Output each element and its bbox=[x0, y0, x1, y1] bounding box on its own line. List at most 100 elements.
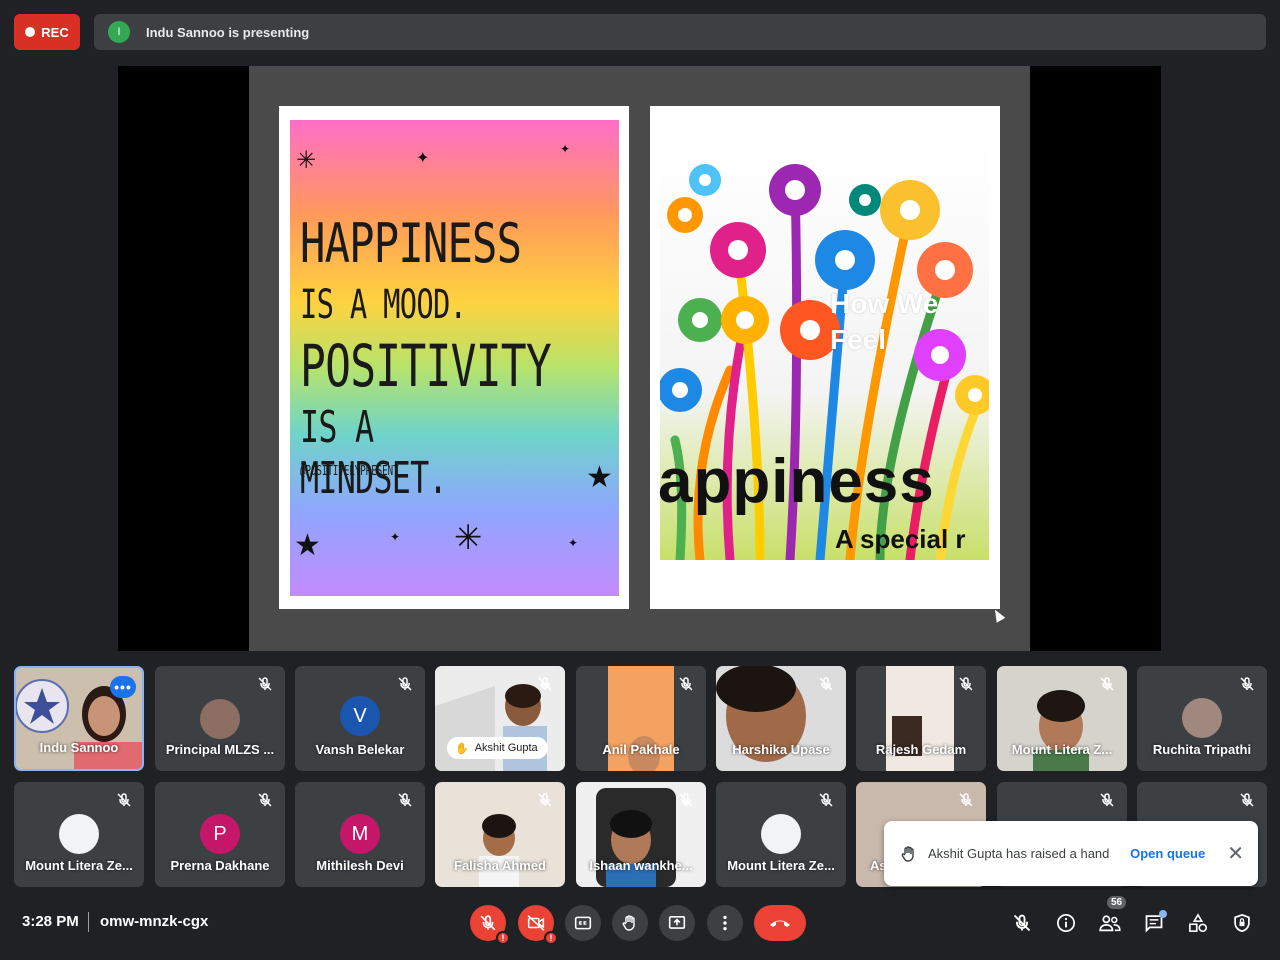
mic-off-icon bbox=[117, 793, 131, 807]
hand-icon bbox=[901, 845, 914, 862]
star-icon: ✦ bbox=[390, 530, 401, 544]
mic-off-icon bbox=[258, 677, 272, 691]
shared-screen[interactable]: ✳ ✦ ✦ ★ ★ ✳ ✦ ✦ HAPPINESS IS A MOOD. POS… bbox=[118, 66, 1161, 651]
mic-off-icon bbox=[679, 677, 693, 691]
participant-name: Ishaan wankhe... bbox=[589, 858, 693, 873]
captions-button[interactable] bbox=[565, 905, 601, 941]
raise-hand-button[interactable] bbox=[612, 905, 648, 941]
sparkle-icon: ✳ bbox=[454, 519, 483, 557]
people-icon bbox=[1099, 915, 1121, 932]
close-icon[interactable]: ✕ bbox=[1227, 841, 1244, 866]
participant-tile[interactable]: Mount Litera Z... bbox=[997, 666, 1127, 771]
mic-off-icon bbox=[1240, 793, 1254, 807]
end-call-icon bbox=[770, 920, 790, 927]
quote-line-4: IS A MINDSET. bbox=[300, 402, 448, 504]
quote-card: ✳ ✦ ✦ ★ ★ ✳ ✦ ✦ HAPPINESS IS A MOOD. POS… bbox=[279, 106, 629, 609]
overlay-line-1: How We bbox=[830, 288, 939, 319]
school-logo-avatar bbox=[59, 814, 99, 854]
slide-overlay-title: How We Feel bbox=[830, 286, 938, 358]
notification-text: Akshit Gupta has raised a hand bbox=[928, 846, 1110, 861]
people-button[interactable]: 56 bbox=[1097, 896, 1127, 936]
participant-name: Rajesh Gedam bbox=[875, 742, 967, 757]
more-options-icon bbox=[723, 915, 727, 931]
camera-off-icon bbox=[527, 915, 545, 931]
participant-name: Mithilesh Devi bbox=[316, 858, 404, 873]
open-queue-button[interactable]: Open queue bbox=[1130, 846, 1205, 861]
mic-off-icon bbox=[258, 793, 272, 807]
participant-name: Prerna Dakhane bbox=[170, 858, 270, 873]
school-logo-avatar bbox=[761, 814, 801, 854]
more-options-button[interactable] bbox=[707, 905, 743, 941]
participant-name: Principal MLZS ... bbox=[165, 742, 275, 757]
participant-tile[interactable]: Principal MLZS ... bbox=[155, 666, 285, 771]
people-count-badge: 56 bbox=[1107, 896, 1127, 909]
participant-name: Akshit Gupta bbox=[474, 742, 538, 754]
mic-off-icon bbox=[959, 793, 973, 807]
meeting-details-button[interactable] bbox=[1053, 910, 1079, 936]
raised-hand-notification: Akshit Gupta has raised a hand Open queu… bbox=[884, 821, 1258, 886]
divider bbox=[88, 912, 89, 932]
mic-off-icon bbox=[819, 677, 833, 691]
participant-name: Mount Litera Z... bbox=[1011, 742, 1113, 757]
avatar bbox=[200, 699, 240, 739]
mic-off-icon bbox=[480, 915, 496, 931]
participant-tile[interactable]: ✋ Akshit Gupta bbox=[435, 666, 565, 771]
record-dot-icon bbox=[25, 27, 36, 37]
more-options-button[interactable]: ••• bbox=[110, 676, 136, 698]
activities-icon bbox=[1189, 913, 1208, 933]
participant-name: Mount Litera Ze... bbox=[25, 858, 133, 873]
participant-tile[interactable]: V Vansh Belekar bbox=[295, 666, 425, 771]
meeting-code: omw-mnzk-cgx bbox=[100, 913, 209, 930]
hand-icon: ✋ bbox=[455, 742, 469, 755]
mute-all-button[interactable] bbox=[1009, 910, 1035, 936]
recording-indicator: REC bbox=[14, 14, 80, 50]
participant-tile[interactable]: Harshika Upase bbox=[716, 666, 846, 771]
info-icon bbox=[1057, 914, 1075, 932]
mic-off-icon bbox=[538, 793, 552, 807]
avatar: P bbox=[200, 814, 240, 854]
participant-tile[interactable]: P Prerna Dakhane bbox=[155, 782, 285, 887]
presenting-banner: I Indu Sannoo is presenting bbox=[94, 14, 1266, 50]
participant-name: Mount Litera Ze... bbox=[727, 858, 835, 873]
host-controls-button[interactable] bbox=[1229, 910, 1255, 936]
warning-icon: ! bbox=[544, 931, 558, 945]
leave-call-button[interactable] bbox=[754, 905, 806, 941]
camera-toggle-button[interactable]: ! bbox=[518, 905, 558, 945]
star-icon: ✦ bbox=[416, 150, 430, 167]
participant-tile[interactable]: Mount Litera Ze... bbox=[14, 782, 144, 887]
participant-tile[interactable]: Rajesh Gedam bbox=[856, 666, 986, 771]
participant-name: Harshika Upase bbox=[732, 742, 830, 757]
avatar bbox=[1182, 698, 1222, 738]
participant-tile-indu-sannoo[interactable]: ••• Indu Sannoo bbox=[14, 666, 144, 771]
participant-tile[interactable]: Anil Pakhale bbox=[576, 666, 706, 771]
presenting-text: Indu Sannoo is presenting bbox=[146, 24, 310, 40]
quote-credit: @POSITIVELYPRESENT bbox=[300, 464, 399, 479]
avatar-initial: V bbox=[353, 704, 367, 727]
present-now-button[interactable] bbox=[659, 905, 695, 941]
participant-tile[interactable]: Ruchita Tripathi bbox=[1137, 666, 1267, 771]
activities-button[interactable] bbox=[1185, 910, 1211, 936]
participant-name: Anil Pakhale bbox=[602, 742, 680, 757]
unread-indicator bbox=[1159, 910, 1167, 918]
mic-off-icon bbox=[1240, 677, 1254, 691]
sparkle-icon: ✳ bbox=[296, 147, 317, 174]
mic-off-icon bbox=[398, 793, 412, 807]
warning-icon: ! bbox=[496, 931, 510, 945]
mic-off-icon bbox=[398, 677, 412, 691]
mic-off-icon bbox=[1100, 677, 1114, 691]
star-icon: ✦ bbox=[560, 142, 571, 156]
avatar-initial: P bbox=[213, 822, 227, 845]
rec-label: REC bbox=[41, 24, 69, 40]
rainbow-background: ✳ ✦ ✦ ★ ★ ✳ ✦ ✦ HAPPINESS IS A MOOD. POS… bbox=[290, 120, 619, 596]
participant-tile[interactable]: M Mithilesh Devi bbox=[295, 782, 425, 887]
avatar: M bbox=[340, 814, 380, 854]
quote-line-2: IS A MOOD. bbox=[300, 282, 467, 328]
avatar-initial: M bbox=[351, 822, 369, 845]
participant-tile[interactable]: Mount Litera Ze... bbox=[716, 782, 846, 887]
slide-subtitle: A special r bbox=[835, 524, 966, 554]
chat-button[interactable] bbox=[1141, 910, 1167, 936]
participant-tile[interactable]: Ishaan wankhe... bbox=[576, 782, 706, 887]
mic-off-icon bbox=[679, 793, 693, 807]
participant-tile[interactable]: Falisha Ahmed bbox=[435, 782, 565, 887]
mic-toggle-button[interactable]: ! bbox=[470, 905, 510, 945]
